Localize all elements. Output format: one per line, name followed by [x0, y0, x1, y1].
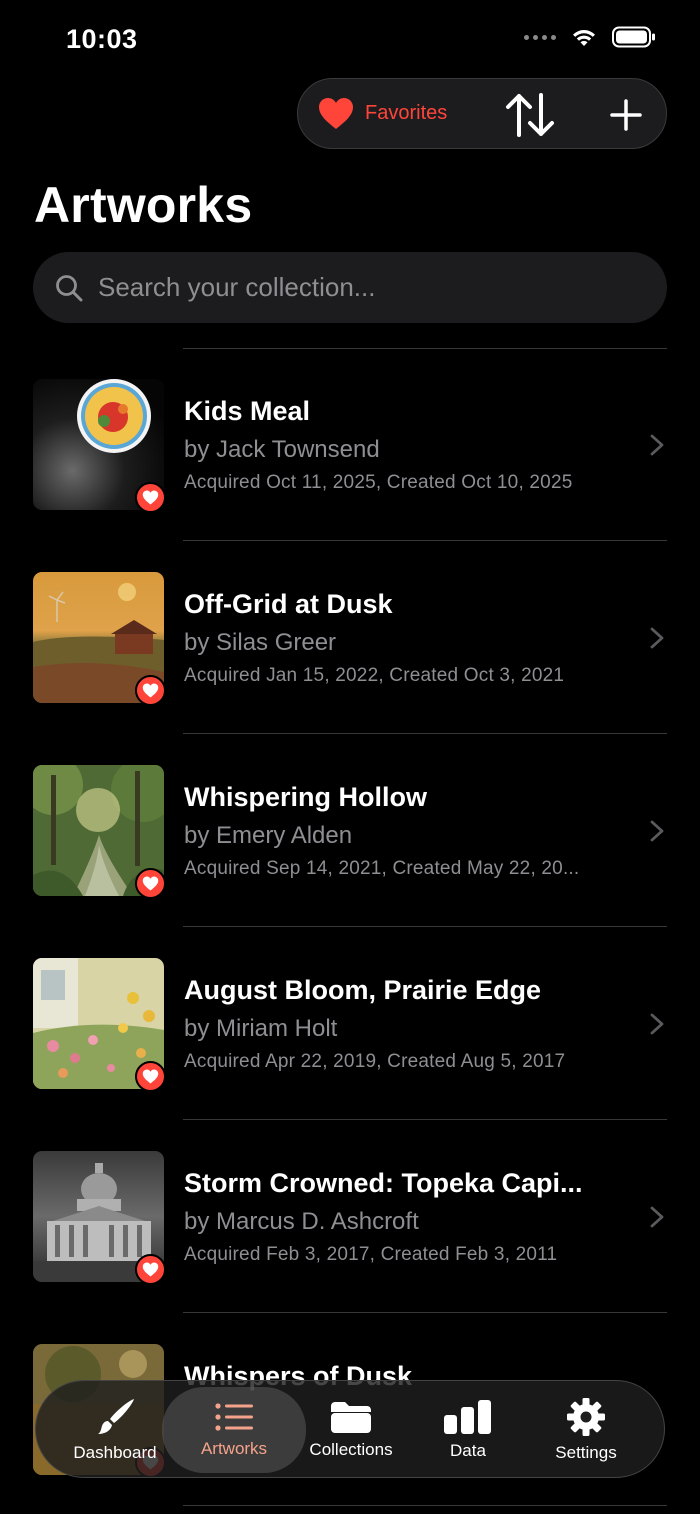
search-icon: [55, 274, 83, 302]
artwork-artist: by Silas Greer: [184, 629, 337, 656]
tab-settings[interactable]: Settings: [527, 1381, 645, 1479]
artwork-row[interactable]: Kids Meal by Jack Townsend Acquired Oct …: [0, 348, 700, 541]
tab-label: Collections: [309, 1440, 393, 1459]
search-input[interactable]: [98, 272, 667, 303]
heart-icon: [319, 98, 353, 129]
artwork-artist: by Jack Townsend: [184, 436, 380, 463]
chevron-right-icon: [650, 1206, 664, 1228]
tab-data[interactable]: Data: [410, 1381, 526, 1479]
row-separator: [183, 1505, 667, 1506]
artwork-title: Whispering Hollow: [184, 782, 427, 812]
tab-label: Settings: [555, 1443, 617, 1462]
heart-icon: [142, 683, 159, 698]
artwork-artist: by Emery Alden: [184, 822, 353, 849]
heart-icon: [142, 1069, 159, 1084]
plus-icon: [610, 99, 642, 131]
artwork-dates: Acquired Oct 11, 2025, Created Oct 10, 2…: [184, 472, 573, 493]
tab-label: Data: [450, 1441, 486, 1460]
chevron-right-icon: [650, 627, 664, 649]
heart-icon: [142, 490, 159, 505]
tab-collections[interactable]: Collections: [293, 1381, 409, 1479]
signal-dots-icon: [524, 34, 556, 40]
chevron-right-icon: [650, 820, 664, 842]
favorite-badge: [135, 482, 166, 513]
wifi-icon: [573, 30, 595, 46]
tab-bar: Dashboard Artworks Collections Data Sett…: [35, 1380, 665, 1478]
tab-label: Artworks: [200, 1439, 268, 1458]
list-icon: [215, 1403, 253, 1431]
artwork-title: August Bloom, Prairie Edge: [184, 975, 542, 1005]
chevron-right-icon: [650, 434, 664, 456]
search-bar[interactable]: [33, 252, 667, 323]
paintbrush-icon: [98, 1399, 134, 1434]
add-artwork-button[interactable]: [604, 93, 648, 137]
sort-button[interactable]: [504, 90, 556, 140]
favorites-label: Favorites: [365, 102, 448, 124]
artwork-artist: by Miriam Holt: [184, 1015, 338, 1042]
tab-artworks[interactable]: Artworks: [162, 1387, 306, 1473]
artwork-row[interactable]: August Bloom, Prairie Edge by Miriam Hol…: [0, 927, 700, 1120]
favorite-badge: [135, 675, 166, 706]
chevron-right-icon: [650, 1013, 664, 1035]
sort-arrows-icon: [506, 93, 554, 137]
favorite-badge: [135, 868, 166, 899]
favorites-filter-button[interactable]: Favorites: [318, 79, 447, 148]
folder-icon: [331, 1402, 371, 1433]
battery-icon: [612, 26, 655, 48]
bar-chart-icon: [444, 1400, 491, 1434]
artwork-dates: Acquired Sep 14, 2021, Created May 22, 2…: [184, 858, 580, 879]
tab-dashboard[interactable]: Dashboard: [56, 1381, 174, 1479]
artwork-title: Off-Grid at Dusk: [184, 589, 393, 619]
status-icons: [524, 26, 656, 48]
heart-icon: [142, 876, 159, 891]
artwork-row[interactable]: Storm Crowned: Topeka Capi... by Marcus …: [0, 1120, 700, 1313]
artwork-title: Storm Crowned: Topeka Capi...: [184, 1168, 583, 1198]
top-toolbar: Favorites: [297, 78, 667, 149]
artwork-row[interactable]: Whispering Hollow by Emery Alden Acquire…: [0, 734, 700, 927]
tab-label: Dashboard: [73, 1443, 157, 1462]
artwork-artist: by Marcus D. Ashcroft: [184, 1208, 419, 1235]
favorite-badge: [135, 1254, 166, 1285]
page-title: Artworks: [34, 177, 253, 233]
artwork-dates: Acquired Apr 22, 2019, Created Aug 5, 20…: [184, 1051, 566, 1072]
artwork-dates: Acquired Feb 3, 2017, Created Feb 3, 201…: [184, 1244, 558, 1265]
status-time: 10:03: [66, 24, 138, 54]
gear-icon: [567, 1398, 605, 1436]
artwork-row[interactable]: Off-Grid at Dusk by Silas Greer Acquired…: [0, 541, 700, 734]
artwork-title: Kids Meal: [184, 396, 311, 426]
artwork-dates: Acquired Jan 15, 2022, Created Oct 3, 20…: [184, 665, 565, 686]
heart-icon: [142, 1262, 159, 1277]
favorite-badge: [135, 1061, 166, 1092]
